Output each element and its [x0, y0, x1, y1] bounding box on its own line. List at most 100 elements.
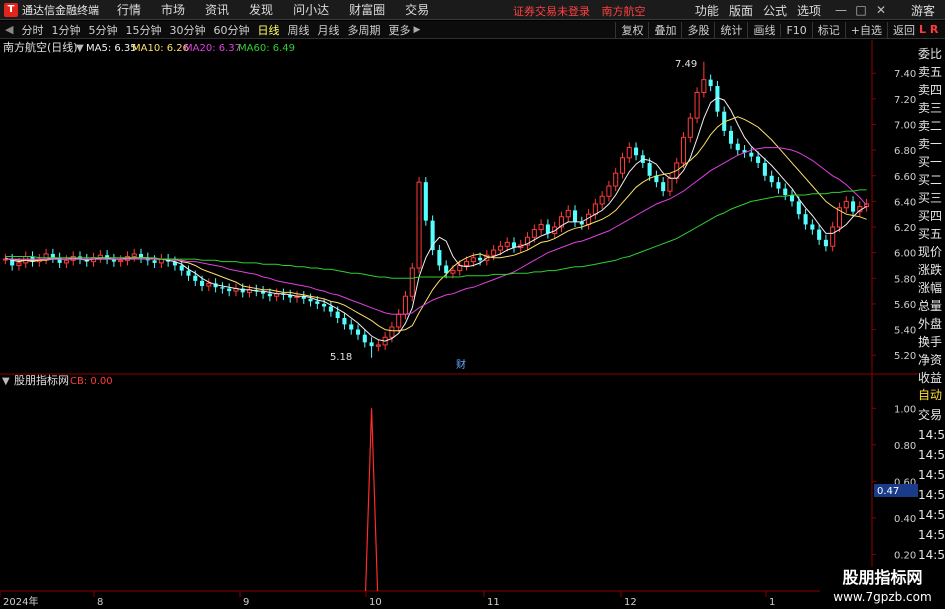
side-label-0[interactable]: 委比	[918, 45, 945, 63]
btn-overlay[interactable]: 叠加	[648, 22, 681, 38]
period-5min[interactable]: 5分钟	[88, 22, 117, 38]
close-icon[interactable]: ✕	[871, 3, 891, 17]
candle-body	[206, 282, 212, 287]
side-label-15[interactable]: 外盘	[918, 315, 945, 333]
btn-adjust[interactable]: 复权	[615, 22, 648, 38]
menu-news[interactable]: 资讯	[205, 1, 229, 18]
side-label-5[interactable]: 卖一	[918, 135, 945, 153]
candle-body	[647, 162, 652, 176]
btn-stats[interactable]: 统计	[714, 22, 747, 38]
event-marker[interactable]: 财	[456, 358, 466, 371]
x-tick-label-0: 2024年	[3, 595, 38, 608]
candle-body	[463, 261, 470, 266]
menu-options[interactable]: 选项	[797, 2, 821, 19]
sub-y-tick-label-4: 0.20	[894, 550, 916, 561]
btn-add-watchlist[interactable]: +自选	[844, 22, 887, 38]
x-tick-label-1: 8	[97, 597, 103, 608]
x-tick-label-4: 11	[487, 597, 500, 608]
candle-body	[375, 344, 381, 347]
app-logo-icon: T	[4, 2, 18, 17]
lr-badge[interactable]: L R	[919, 23, 945, 39]
menu-wealth[interactable]: 财富圈	[349, 1, 385, 18]
ma10-label: MA10: 6.26	[132, 43, 189, 54]
candle-body	[531, 229, 537, 238]
candle-body	[23, 255, 29, 264]
candle-body	[735, 143, 740, 151]
period-daily[interactable]: 日线	[257, 22, 279, 38]
side-label-9[interactable]: 买四	[918, 207, 945, 225]
x-tick-label-5: 12	[624, 597, 637, 608]
side-label-6[interactable]: 买一	[918, 153, 945, 171]
y-tick-label-11: 5.20	[894, 351, 916, 362]
candle-body	[619, 157, 626, 174]
side-label-10[interactable]: 买五	[918, 225, 945, 243]
candle-body	[626, 147, 632, 159]
btn-back[interactable]: 返回	[887, 22, 920, 38]
sub-panel-collapse-icon[interactable]: ▼	[2, 376, 10, 387]
btn-draw[interactable]: 画线	[747, 22, 780, 38]
side-label-16[interactable]: 换手	[918, 333, 945, 351]
candle-body	[667, 177, 673, 192]
minimize-icon[interactable]: —	[831, 3, 851, 17]
candle-body	[328, 306, 333, 312]
side-label-3[interactable]: 卖三	[918, 99, 945, 117]
menu-quotes[interactable]: 行情	[117, 1, 141, 18]
scroll-left-icon[interactable]: ◀	[5, 23, 13, 36]
login-status[interactable]: 证券交易未登录 南方航空	[513, 3, 646, 19]
candle-body	[63, 259, 69, 264]
side-label-8[interactable]: 买三	[918, 189, 945, 207]
period-monthly[interactable]: 月线	[317, 22, 339, 38]
y-tick-label-10: 5.40	[894, 326, 916, 337]
menu-trade[interactable]: 交易	[405, 1, 429, 18]
period-60min[interactable]: 60分钟	[213, 22, 249, 38]
more-chevron-icon[interactable]: ▶	[413, 25, 420, 35]
period-1min[interactable]: 1分钟	[51, 22, 80, 38]
candle-body	[728, 130, 734, 144]
candle-body	[796, 201, 801, 215]
menu-ask[interactable]: 问小达	[293, 1, 329, 18]
menu-layout[interactable]: 版面	[729, 2, 753, 19]
period-weekly[interactable]: 周线	[287, 22, 309, 38]
candle-body	[538, 223, 544, 231]
sub-y-tick-label-0: 1.00	[894, 404, 916, 415]
panel-collapse-icon[interactable]: ▼	[76, 43, 84, 54]
menu-discover[interactable]: 发现	[249, 1, 273, 18]
candle-body	[131, 253, 137, 257]
candle-body	[634, 147, 639, 156]
stock-name-top: 南方航空	[601, 5, 646, 18]
ma-line-ma5	[5, 97, 867, 342]
menu-bar: T 通达信金融终端 行情 市场 资讯 发现 问小达 财富圈 交易 证券交易未登录…	[0, 0, 945, 20]
period-intraday[interactable]: 分时	[21, 22, 43, 38]
period-30min[interactable]: 30分钟	[169, 22, 205, 38]
btn-f10[interactable]: F10	[780, 23, 811, 37]
side-label-7[interactable]: 买二	[918, 171, 945, 189]
ma-lines	[5, 97, 867, 342]
kline-chart[interactable]: 7.40 7.20 7.00 6.80 6.60 6.40 6.20 6.00 5.80 5.60…	[0, 40, 918, 609]
btn-mark[interactable]: 标记	[811, 22, 845, 38]
login-status-text: 证券交易未登录	[513, 5, 590, 18]
side-label-17[interactable]: 净资	[918, 351, 945, 369]
period-15min[interactable]: 15分钟	[125, 22, 161, 38]
watermark: 股朋指标网 www.7gpzb.com	[820, 567, 945, 609]
maximize-icon[interactable]: □	[851, 3, 871, 17]
side-label-1[interactable]: 卖五	[918, 63, 945, 81]
side-label-13[interactable]: 涨幅	[918, 279, 945, 297]
period-more[interactable]: 更多	[388, 22, 410, 38]
period-multi[interactable]: 多周期	[347, 22, 380, 38]
candle-body	[606, 185, 612, 197]
cb-value-label: CB: 0.00	[70, 376, 113, 387]
menu-formula[interactable]: 公式	[763, 2, 787, 19]
candle-body	[817, 229, 822, 240]
btn-multi-stock[interactable]: 多股	[681, 22, 714, 38]
side-label-14[interactable]: 总量	[918, 297, 945, 315]
menu-market[interactable]: 市场	[161, 1, 185, 18]
candle-body	[708, 79, 713, 87]
menu-function[interactable]: 功能	[695, 2, 719, 19]
y-axis: 7.40 7.20 7.00 6.80 6.60 6.40 6.20 6.00 5.80 5.60…	[872, 69, 916, 362]
side-label-4[interactable]: 卖二	[918, 117, 945, 135]
side-label-2[interactable]: 卖四	[918, 81, 945, 99]
high-price-label: 7.49	[675, 59, 697, 70]
side-label-11[interactable]: 现价	[918, 243, 945, 261]
guest-user[interactable]: 游客	[911, 2, 935, 19]
side-label-12[interactable]: 涨跌	[918, 261, 945, 279]
